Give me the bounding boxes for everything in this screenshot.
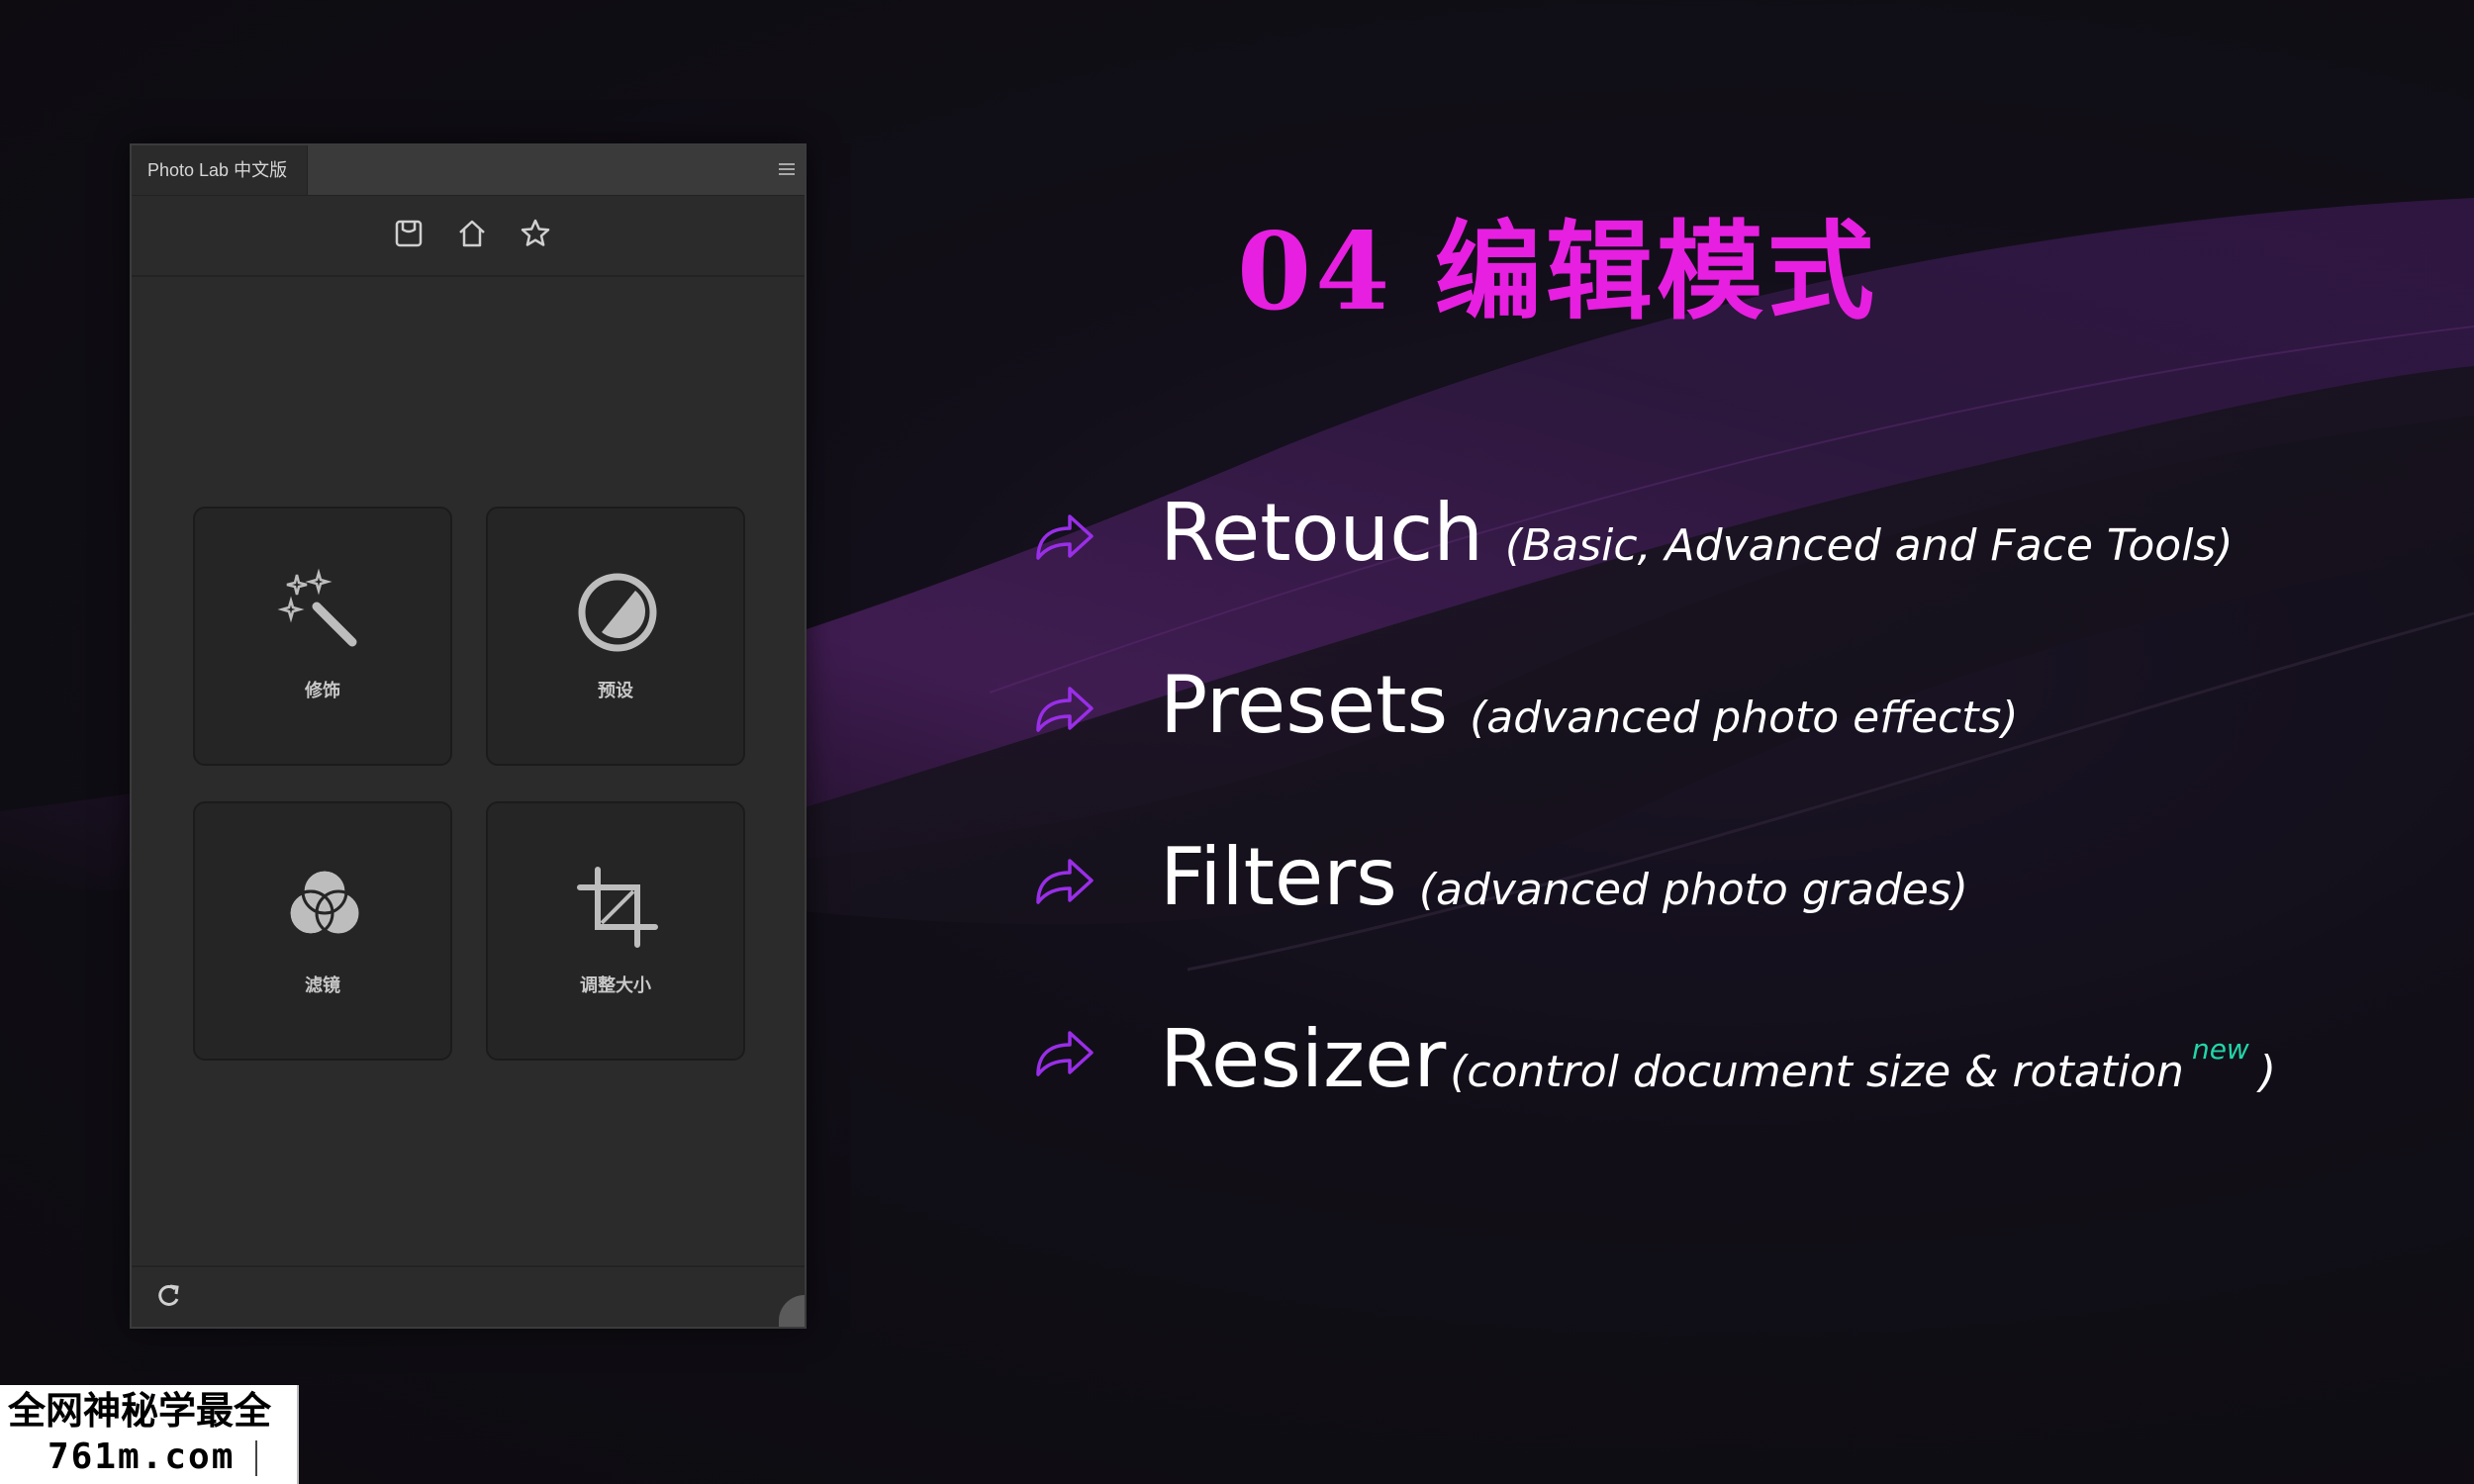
feature-title: Filters [1160, 831, 1397, 923]
tile-retouch[interactable]: 修饰 [193, 507, 452, 766]
magic-wand-icon [275, 563, 374, 662]
tile-resizer[interactable]: 调整大小 [486, 801, 745, 1061]
panel-tab[interactable]: Photo Lab 中文版 [132, 145, 308, 195]
crop-icon [568, 858, 667, 957]
new-badge: new [2191, 1033, 2249, 1066]
feature-resizer: Resizer(control document size & rotation… [1029, 995, 2415, 1105]
feature-desc: (control document size & rotation [1450, 1047, 2184, 1097]
home-icon[interactable] [454, 216, 490, 251]
feature-line: Presets (advanced photo effects) [1160, 651, 2019, 773]
preset-circle-icon [568, 563, 667, 662]
forward-arrow-icon [1034, 1025, 1095, 1080]
feature-desc-end: ) [2258, 1047, 2276, 1097]
slide-title: 04 编辑模式 [1237, 210, 1878, 334]
tile-presets[interactable]: 预设 [486, 507, 745, 766]
forward-arrow-icon [1034, 681, 1095, 736]
feature-desc: (advanced photo grades) [1418, 865, 1968, 915]
panel-toolbar [132, 196, 805, 277]
feature-title: Resizer [1160, 1013, 1447, 1105]
feature-desc: (Basic, Advanced and Face Tools) [1504, 520, 2234, 571]
slide-canvas: Photo Lab 中文版 修饰 预设 滤镜 调整大小 04 编辑模式 Reto… [0, 0, 2474, 1484]
save-icon[interactable] [391, 216, 427, 251]
site-watermark: 全网神秘学最全 761m.com [0, 1385, 299, 1484]
star-icon[interactable] [518, 216, 553, 251]
tile-filters[interactable]: 滤镜 [193, 801, 452, 1061]
watermark-line1: 全网神秘学最全 [8, 1389, 272, 1433]
feature-title: Retouch [1160, 487, 1483, 579]
feature-line: Resizer(control document size & rotation… [1160, 995, 2276, 1127]
feature-filters: Filters (advanced photo grades) [1029, 823, 2415, 932]
tile-label-presets: 预设 [598, 681, 633, 701]
feature-desc: (advanced photo effects) [1470, 693, 2019, 743]
tile-label-retouch: 修饰 [305, 681, 340, 701]
feature-line: Retouch (Basic, Advanced and Face Tools) [1160, 479, 2234, 601]
forward-arrow-icon [1034, 509, 1095, 564]
forward-arrow-icon [1034, 853, 1095, 908]
resize-grip[interactable] [777, 1287, 805, 1327]
refresh-icon[interactable] [155, 1283, 183, 1311]
panel-footer [132, 1265, 805, 1327]
feature-retouch: Retouch (Basic, Advanced and Face Tools) [1029, 479, 2415, 588]
filter-circles-icon [275, 858, 374, 957]
feature-line: Filters (advanced photo grades) [1160, 823, 1968, 945]
photo-lab-panel: Photo Lab 中文版 修饰 预设 滤镜 调整大小 [130, 143, 807, 1329]
hamburger-menu-icon[interactable] [779, 163, 795, 177]
watermark-cursor [255, 1440, 257, 1476]
tile-label-filters: 滤镜 [305, 975, 340, 996]
feature-title: Presets [1160, 659, 1449, 751]
feature-presets: Presets (advanced photo effects) [1029, 651, 2415, 760]
tile-label-resizer: 调整大小 [580, 975, 651, 996]
watermark-line2: 761m.com [48, 1437, 236, 1477]
panel-titlebar: Photo Lab 中文版 [132, 145, 805, 196]
